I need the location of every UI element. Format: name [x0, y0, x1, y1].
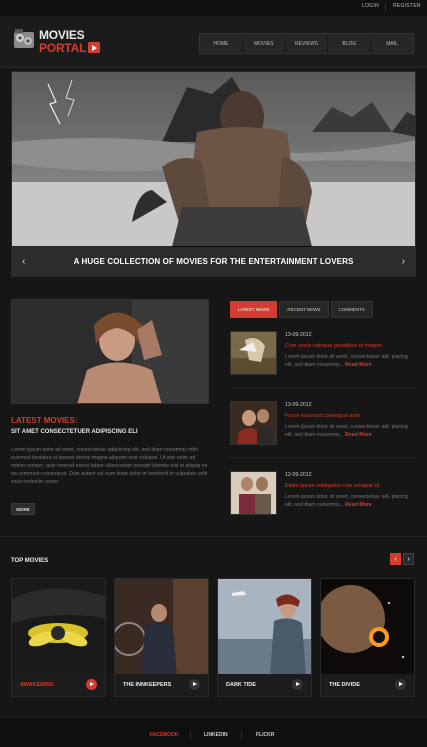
- play-icon[interactable]: [395, 679, 406, 690]
- hero-slider: A HUGE COLLECTION OF MOVIES FOR THE ENTE…: [11, 71, 416, 277]
- latest-movies-text: Lorem ipsum dolor sit amet, consectetuer…: [11, 447, 208, 485]
- tab-latest-news[interactable]: LATEST NEWS: [230, 301, 278, 318]
- movie-card-the-innkeepers[interactable]: THE INNKEEPERS: [114, 578, 209, 697]
- tab-comments[interactable]: COMMENTS: [330, 301, 373, 318]
- logo-text-movies[interactable]: MOVIES: [39, 28, 85, 42]
- movie-card-awakening[interactable]: AWAKENING: [11, 578, 106, 697]
- logo-text-portal[interactable]: PORTAL: [39, 41, 86, 55]
- news-date: 12-09-2012: [285, 472, 312, 478]
- login-link[interactable]: LOGIN: [362, 3, 379, 9]
- news-tabs: LATEST NEWS RECENT NEWS COMMENTS: [230, 301, 373, 318]
- top-movies-prev-button[interactable]: ‹: [390, 553, 401, 565]
- nav-item-movies[interactable]: MOVIES: [243, 34, 286, 53]
- play-icon[interactable]: [189, 679, 200, 690]
- footer-link-flickr[interactable]: FLICKR: [256, 732, 274, 738]
- more-button[interactable]: MORE: [11, 503, 35, 515]
- news-item: 13-09-2012 Cum sociis natoque penatibus …: [230, 331, 416, 379]
- movie-title-bar: DARK TIDE: [218, 674, 311, 696]
- movie-title-bar: THE DIVIDE: [321, 674, 414, 696]
- slider-next-button[interactable]: ›: [402, 256, 405, 267]
- play-icon[interactable]: [292, 679, 303, 690]
- read-more-link[interactable]: Read More: [345, 502, 372, 508]
- news-divider: [230, 387, 416, 388]
- news-title[interactable]: Etiam ipsum volutpates cula volutpat sit: [285, 483, 379, 489]
- movie-title-bar: THE INNKEEPERS: [115, 674, 208, 696]
- news-title[interactable]: Fusce euismod consequat ante: [285, 413, 360, 419]
- nav-item-home[interactable]: HOME: [200, 34, 243, 53]
- movie-title[interactable]: DARK TIDE: [226, 682, 256, 688]
- news-thumbnail[interactable]: [230, 401, 277, 445]
- news-text: Lorem ipsum dolor sit amet, consectetuer…: [285, 423, 417, 439]
- section-divider: [0, 536, 427, 537]
- nav-item-blog[interactable]: BLOG: [328, 34, 372, 53]
- news-item: 13-09-2012 Fusce euismod consequat ante …: [230, 401, 416, 449]
- main-nav: HOME MOVIES REVIEWS BLOG MAIL: [199, 33, 414, 54]
- movie-card-dark-tide[interactable]: DARK TIDE: [217, 578, 312, 697]
- footer-link-linkedin[interactable]: LINKEDIN: [204, 732, 228, 738]
- latest-movies-title: LATEST MOVIES:: [11, 416, 78, 425]
- movie-title[interactable]: AWAKENING: [20, 682, 54, 688]
- site-footer: FACEBOOK LINKEDIN FLICKR: [0, 719, 427, 747]
- news-date: 13-09-2012: [285, 402, 312, 408]
- news-thumbnail[interactable]: [230, 331, 277, 375]
- read-more-link[interactable]: Read More: [345, 362, 372, 368]
- read-more-link[interactable]: Read More: [345, 432, 372, 438]
- movie-card-the-divide[interactable]: THE DIVIDE: [320, 578, 415, 697]
- news-divider: [230, 457, 416, 458]
- news-title[interactable]: Cum sociis natoque penatibus et magnis: [285, 343, 382, 349]
- footer-divider: [190, 731, 191, 738]
- nav-item-mail[interactable]: MAIL: [371, 34, 413, 53]
- slider-prev-button[interactable]: ‹: [22, 256, 25, 267]
- slider-caption: A HUGE COLLECTION OF MOVIES FOR THE ENTE…: [12, 246, 415, 276]
- top-movies-title: TOP MOVIES: [11, 558, 49, 564]
- footer-divider: [241, 731, 242, 738]
- latest-movies-image: [11, 299, 209, 404]
- news-item: 12-09-2012 Etiam ipsum volutpates cula v…: [230, 471, 416, 519]
- play-icon[interactable]: [86, 679, 97, 690]
- top-movies-next-button[interactable]: ›: [403, 553, 414, 565]
- news-text: Lorem ipsum dolor sit amet, consectetuer…: [285, 493, 417, 509]
- news-thumbnail[interactable]: [230, 471, 277, 515]
- tab-recent-news[interactable]: RECENT NEWS: [279, 301, 329, 318]
- play-icon: [88, 42, 100, 53]
- news-date: 13-09-2012: [285, 332, 312, 338]
- film-reel-icon: [14, 29, 34, 48]
- movie-title[interactable]: THE INNKEEPERS: [123, 682, 171, 688]
- latest-movies-subtitle: SIT AMET CONSECTETUER ADIPISCING ELI: [11, 429, 138, 435]
- movie-title-bar: AWAKENING: [12, 674, 105, 696]
- nav-item-reviews[interactable]: REVIEWS: [286, 34, 329, 53]
- register-link[interactable]: REGISTER: [393, 3, 421, 9]
- topbar-divider: [385, 3, 386, 10]
- news-text: Lorem ipsum dolor sit amet, consectetuer…: [285, 353, 417, 369]
- movie-title[interactable]: THE DIVIDE: [329, 682, 360, 688]
- footer-link-facebook[interactable]: FACEBOOK: [150, 732, 178, 738]
